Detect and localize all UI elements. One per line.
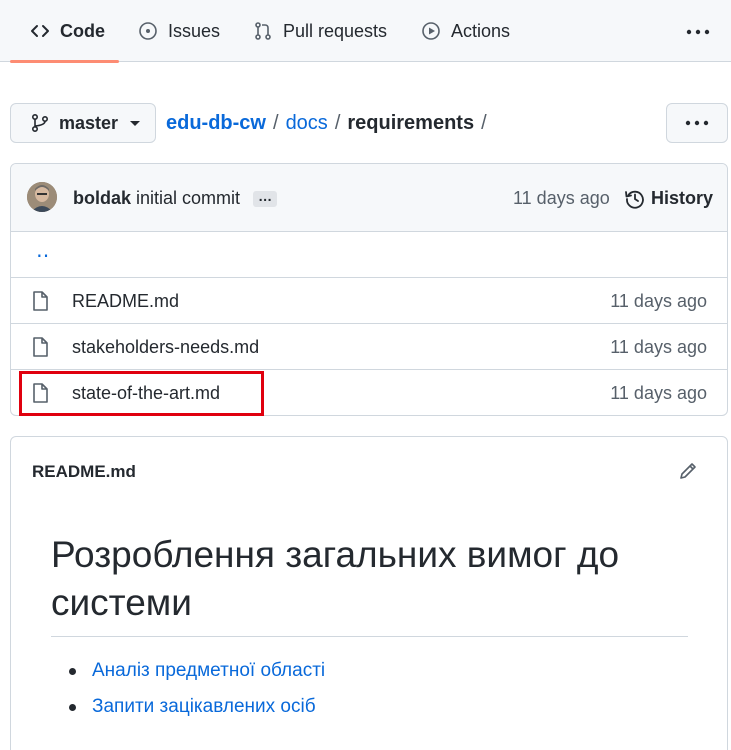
readme-filename[interactable]: README.md bbox=[32, 462, 136, 482]
readme-panel: README.md Розроблення загальних вимог до… bbox=[10, 436, 728, 750]
tab-actions[interactable]: Actions bbox=[421, 0, 510, 62]
play-icon bbox=[422, 22, 440, 40]
readme-link-stakeholder-requests[interactable]: Запити зацікавлених осіб bbox=[69, 696, 325, 732]
file-icon bbox=[33, 337, 48, 357]
breadcrumb-current: requirements bbox=[347, 112, 475, 134]
tab-code[interactable]: Code bbox=[30, 0, 105, 62]
expand-commit-button[interactable]: … bbox=[253, 189, 278, 208]
breadcrumb-separator: / bbox=[481, 112, 487, 134]
issue-opened-icon bbox=[139, 22, 157, 40]
latest-commit-bar: boldak initial commit … 11 days ago Hist… bbox=[11, 164, 727, 232]
heading-divider bbox=[51, 636, 688, 637]
breadcrumb-docs-link[interactable]: docs bbox=[286, 112, 328, 135]
more-options-button[interactable] bbox=[666, 103, 728, 143]
tab-issues-label: Issues bbox=[168, 20, 221, 41]
file-name[interactable]: stakeholders-needs.md bbox=[72, 337, 259, 358]
history-link[interactable]: History bbox=[625, 188, 713, 209]
readme-link-domain-analysis[interactable]: Аналіз предметної області bbox=[69, 660, 325, 696]
breadcrumb-separator: / bbox=[334, 112, 341, 134]
breadcrumb-separator: / bbox=[273, 112, 279, 134]
pencil-icon[interactable] bbox=[678, 461, 698, 481]
file-row-readme[interactable]: README.md 11 days ago bbox=[11, 278, 727, 324]
commit-message: boldak initial commit … bbox=[73, 188, 278, 209]
tab-issues[interactable]: Issues bbox=[138, 0, 220, 62]
highlight-box bbox=[19, 371, 264, 416]
file-name[interactable]: README.md bbox=[72, 291, 179, 312]
history-label: History bbox=[651, 188, 714, 208]
branch-selector-button[interactable]: master bbox=[10, 103, 156, 143]
commit-author[interactable]: boldak bbox=[73, 188, 131, 208]
branch-name: master bbox=[59, 112, 119, 133]
file-age[interactable]: 11 days ago bbox=[610, 291, 707, 312]
triangle-down-icon bbox=[130, 120, 141, 126]
git-pull-request-icon bbox=[255, 22, 271, 40]
file-age[interactable]: 11 days ago bbox=[610, 337, 707, 358]
parent-directory-row[interactable]: ‥ bbox=[11, 232, 727, 278]
git-branch-icon bbox=[31, 113, 49, 133]
parent-directory-link[interactable]: ‥ bbox=[36, 238, 49, 263]
avatar[interactable] bbox=[27, 182, 57, 212]
kebab-horizontal-icon[interactable] bbox=[686, 22, 710, 42]
file-row-stakeholders-needs[interactable]: stakeholders-needs.md 11 days ago bbox=[11, 324, 727, 370]
code-icon bbox=[31, 25, 49, 37]
breadcrumb-repo-link[interactable]: edu-db-cw bbox=[166, 112, 266, 135]
history-icon bbox=[625, 190, 644, 209]
repo-tab-nav: Code Issues Pull requests Actions bbox=[0, 0, 731, 63]
kebab-horizontal-icon bbox=[685, 120, 709, 126]
tab-pull-requests-label: Pull requests bbox=[283, 20, 388, 41]
readme-link-list: Аналіз предметної області Запити зацікав… bbox=[69, 660, 325, 732]
readme-heading: Розроблення загальних вимог до системи bbox=[51, 534, 620, 623]
tab-pull-requests[interactable]: Pull requests bbox=[253, 0, 387, 62]
tab-code-label: Code bbox=[60, 20, 105, 41]
active-tab-indicator bbox=[10, 60, 119, 63]
breadcrumb: edu-db-cw / docs / requirements / bbox=[166, 112, 487, 135]
commit-title[interactable]: initial commit bbox=[136, 188, 240, 208]
commit-age[interactable]: 11 days ago bbox=[513, 188, 610, 209]
file-age[interactable]: 11 days ago bbox=[610, 383, 707, 404]
file-icon bbox=[33, 291, 48, 311]
tab-actions-label: Actions bbox=[451, 20, 511, 41]
